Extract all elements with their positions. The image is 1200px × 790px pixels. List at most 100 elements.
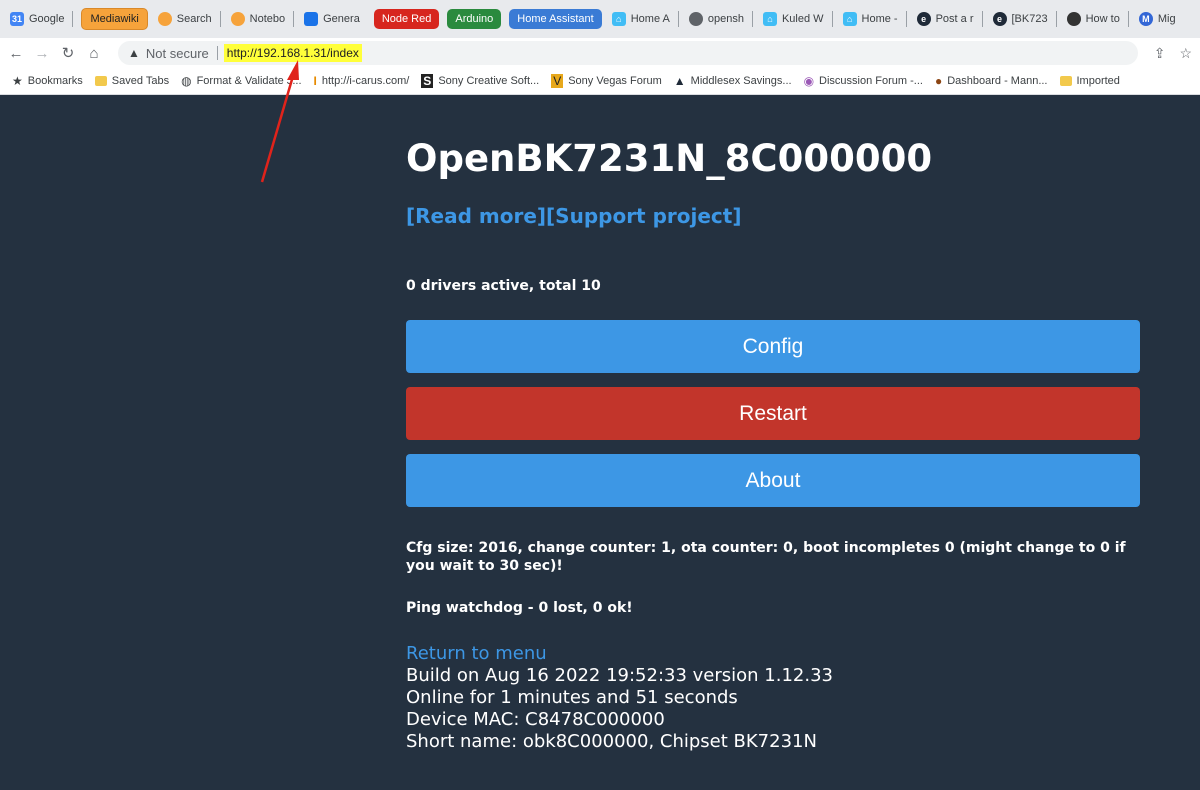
home-icon: ⌂ bbox=[611, 12, 626, 26]
about-button[interactable]: About bbox=[406, 454, 1140, 507]
bookmark-format-validate[interactable]: ◍ Format & Validate J... bbox=[181, 74, 301, 88]
sony-icon: S bbox=[421, 74, 434, 88]
home-icon: ⌂ bbox=[762, 12, 777, 26]
bookmark-sony-vegas[interactable]: V Sony Vegas Forum bbox=[551, 74, 662, 88]
bookmark-saved-tabs[interactable]: Saved Tabs bbox=[94, 75, 170, 87]
bookmark-label: http://i-carus.com/ bbox=[321, 75, 410, 87]
tab-label: opensh bbox=[707, 13, 744, 25]
tab-label: Genera bbox=[323, 13, 360, 25]
folder-icon bbox=[94, 76, 107, 86]
edge-icon: e bbox=[992, 12, 1007, 26]
tab-label: Post a r bbox=[935, 13, 974, 25]
security-label: Not secure bbox=[145, 45, 209, 61]
table-icon bbox=[304, 12, 319, 26]
tab-separator bbox=[831, 11, 833, 27]
bookmark-label: Sony Vegas Forum bbox=[568, 75, 662, 87]
config-button[interactable]: Config bbox=[406, 320, 1140, 373]
tab-label: Home A bbox=[630, 13, 670, 25]
cfg-status: Cfg size: 2016, change counter: 1, ota c… bbox=[406, 540, 1126, 574]
bookmark-discussion-forum[interactable]: ◉ Discussion Forum -... bbox=[804, 74, 923, 88]
bookmarks-bar: ★ Bookmarks Saved Tabs ◍ Format & Valida… bbox=[0, 68, 1200, 95]
url-text[interactable]: http://192.168.1.31/index bbox=[223, 44, 362, 62]
tab-google[interactable]: 31 Google bbox=[4, 8, 70, 30]
tab-node-red[interactable]: Node Red bbox=[373, 9, 440, 29]
tab-separator bbox=[905, 11, 907, 27]
bookmark-label: Format & Validate J... bbox=[196, 75, 302, 87]
tab-label: Home - bbox=[861, 13, 898, 25]
star-icon: ★ bbox=[12, 74, 23, 88]
tab-bk723[interactable]: e [BK723 bbox=[987, 8, 1054, 30]
drivers-status: 0 drivers active, total 10 bbox=[406, 278, 601, 294]
reload-icon[interactable]: ↻ bbox=[58, 44, 78, 62]
globe-icon bbox=[688, 12, 703, 26]
omnibox-divider bbox=[216, 46, 218, 60]
return-to-menu-link[interactable]: Return to menu bbox=[406, 643, 833, 665]
read-more-link[interactable]: [Read more] bbox=[406, 204, 546, 228]
tab-separator bbox=[677, 11, 679, 27]
bookmarks-menu[interactable]: ★ Bookmarks bbox=[12, 74, 83, 88]
tab-mediawiki[interactable]: Mediawiki bbox=[81, 8, 148, 30]
tab-home-assistant[interactable]: Home Assistant bbox=[509, 9, 602, 29]
edge-icon: e bbox=[916, 12, 931, 26]
address-bar[interactable]: ▲ Not secure http://192.168.1.31/index bbox=[118, 41, 1138, 65]
home-icon: ⌂ bbox=[842, 12, 857, 26]
grafana-icon bbox=[157, 12, 172, 26]
warning-icon[interactable]: ▲ bbox=[128, 46, 140, 60]
support-project-link[interactable]: [Support project] bbox=[546, 204, 741, 228]
bookmark-label: Discussion Forum -... bbox=[819, 75, 923, 87]
m-icon: M bbox=[1138, 12, 1153, 26]
bookmark-label: Bookmarks bbox=[27, 75, 83, 87]
device-info: Return to menu Build on Aug 16 2022 19:5… bbox=[406, 643, 833, 753]
tab-label: Notebo bbox=[249, 13, 286, 25]
dashboard-icon: ● bbox=[934, 74, 943, 88]
project-links: [Read more][Support project] bbox=[406, 204, 741, 228]
bookmark-imported[interactable]: Imported bbox=[1059, 75, 1120, 87]
vegas-icon: V bbox=[551, 74, 564, 88]
bookmark-label: Middlesex Savings... bbox=[690, 75, 792, 87]
tab-kuled[interactable]: ⌂ Kuled W bbox=[757, 8, 830, 30]
calendar-icon: 31 bbox=[10, 12, 24, 26]
bookmark-sony-creative[interactable]: S Sony Creative Soft... bbox=[421, 74, 539, 88]
browser-tab-strip: 31 Google Mediawiki Search Notebo Genera… bbox=[0, 0, 1200, 38]
tab-notebook[interactable]: Notebo bbox=[225, 8, 291, 30]
tab-home[interactable]: ⌂ Home - bbox=[837, 8, 904, 30]
tab-label: How to bbox=[1085, 13, 1120, 25]
icarus-icon: I bbox=[313, 74, 317, 88]
bookmark-dashboard[interactable]: ● Dashboard - Mann... bbox=[935, 74, 1048, 88]
bookmark-label: Saved Tabs bbox=[111, 75, 170, 87]
tab-opensh[interactable]: opensh bbox=[683, 8, 750, 30]
tab-separator bbox=[293, 11, 295, 27]
forum-icon: ◉ bbox=[803, 74, 815, 88]
tab-home-a[interactable]: ⌂ Home A bbox=[606, 8, 676, 30]
share-icon[interactable]: ⇪ bbox=[1154, 45, 1166, 62]
tab-arduino[interactable]: Arduino bbox=[447, 9, 502, 29]
star-icon[interactable]: ☆ bbox=[1179, 45, 1192, 62]
grafana-icon bbox=[230, 12, 245, 26]
bookmark-middlesex[interactable]: ▲ Middlesex Savings... bbox=[674, 74, 792, 88]
toolbar-actions: ⇪ ☆ bbox=[1154, 45, 1192, 62]
tab-label: Mig bbox=[1157, 13, 1176, 25]
tab-separator bbox=[72, 11, 74, 27]
tab-separator bbox=[1127, 11, 1129, 27]
browser-toolbar: ← → ↻ ⌂ ▲ Not secure http://192.168.1.31… bbox=[0, 38, 1200, 68]
tab-how-to[interactable]: How to bbox=[1061, 8, 1126, 30]
tab-post[interactable]: e Post a r bbox=[911, 8, 980, 30]
back-icon[interactable]: ← bbox=[6, 45, 26, 62]
restart-button[interactable]: Restart bbox=[406, 387, 1140, 440]
bookmark-icarus[interactable]: I http://i-carus.com/ bbox=[314, 74, 410, 88]
tab-label: Kuled W bbox=[781, 13, 824, 25]
tab-separator bbox=[981, 11, 983, 27]
triangle-icon: ▲ bbox=[673, 74, 686, 88]
bookmark-label: Sony Creative Soft... bbox=[438, 75, 540, 87]
uptime-info: Online for 1 minutes and 51 seconds bbox=[406, 687, 738, 708]
github-icon bbox=[1066, 12, 1081, 26]
tab-separator bbox=[1055, 11, 1057, 27]
tab-label: [BK723 bbox=[1011, 13, 1048, 25]
tab-general[interactable]: Genera bbox=[298, 8, 366, 30]
home-button-icon[interactable]: ⌂ bbox=[84, 45, 104, 62]
forward-icon[interactable]: → bbox=[32, 45, 52, 62]
tab-mig[interactable]: M Mig bbox=[1133, 8, 1182, 30]
bookmark-label: Imported bbox=[1076, 75, 1120, 87]
tab-search[interactable]: Search bbox=[152, 8, 218, 30]
globe-icon: ◍ bbox=[181, 74, 192, 88]
